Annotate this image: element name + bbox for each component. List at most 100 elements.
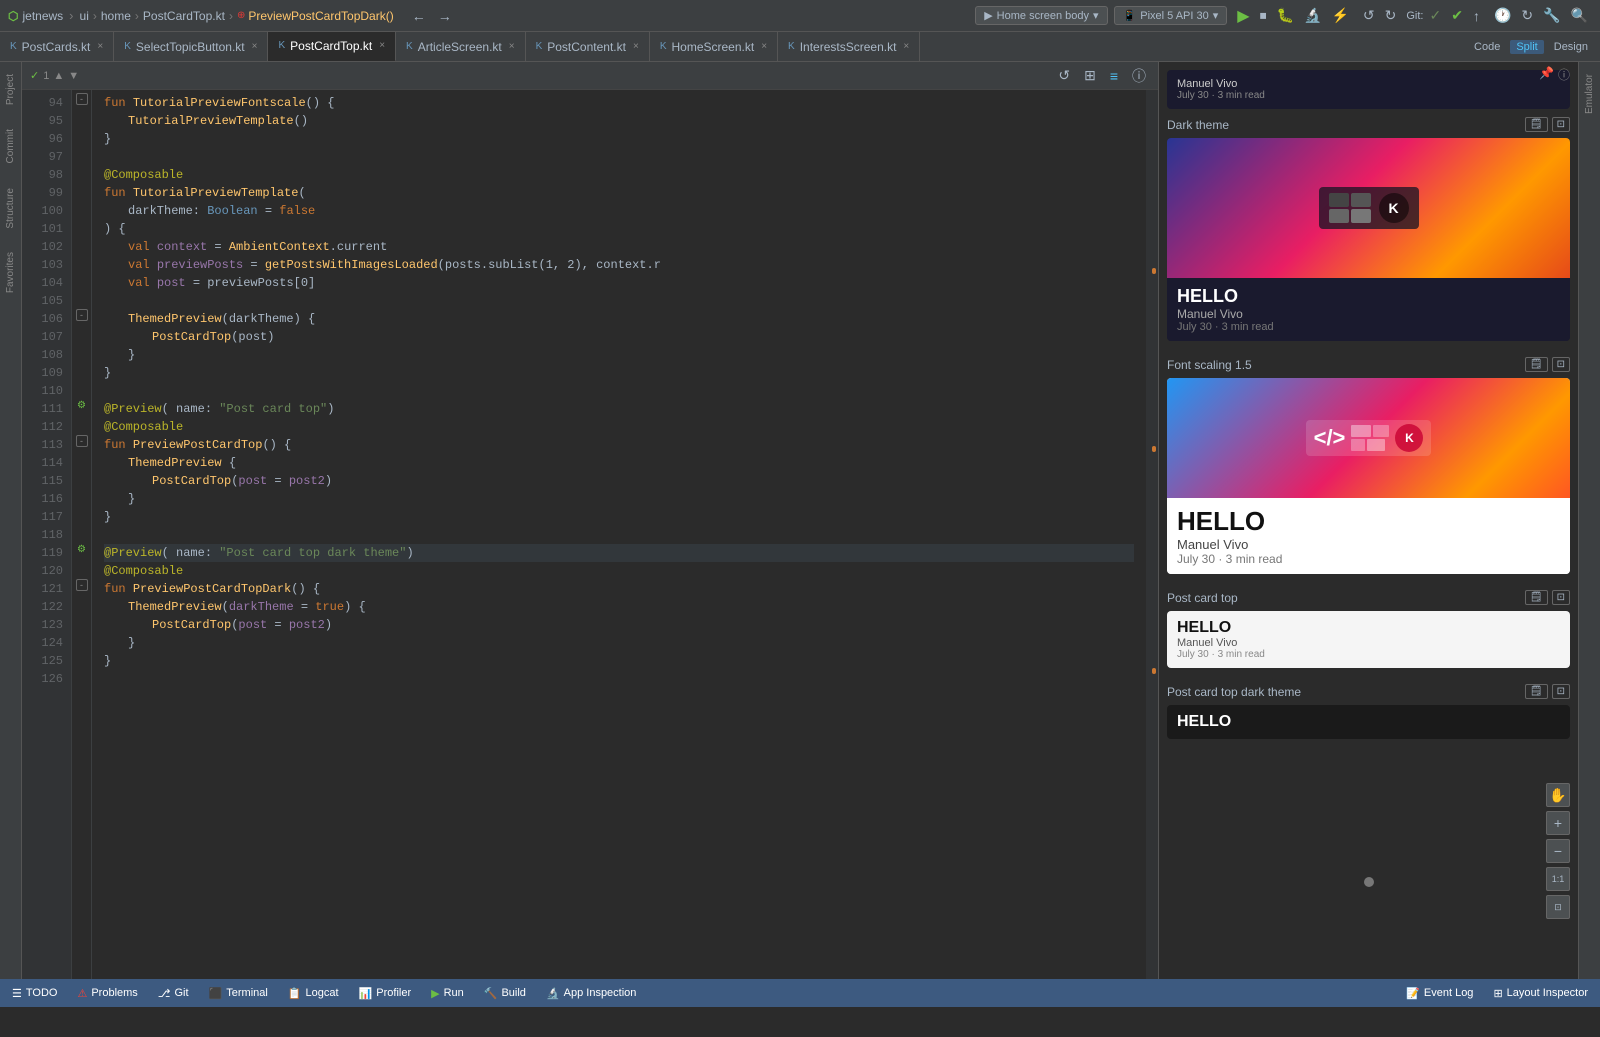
fold-106[interactable]: -	[76, 309, 88, 321]
clock-btn[interactable]: 🕐	[1490, 5, 1515, 26]
profile-btn[interactable]: ⚡	[1327, 5, 1352, 26]
layout-inspector-item[interactable]: ⊞ Layout Inspector	[1489, 987, 1592, 1000]
preview-selector[interactable]: ▶ Home screen body ▾	[975, 6, 1107, 25]
refresh-preview-btn[interactable]: ↺	[1054, 64, 1074, 88]
build-item[interactable]: 🔨 Build	[480, 987, 530, 1000]
tab-selecttopicbutton-close[interactable]: ×	[252, 41, 258, 52]
gear-119[interactable]: ⚙	[77, 544, 86, 555]
undo-btn[interactable]: ↺	[1359, 5, 1379, 26]
gutter-115	[72, 468, 91, 486]
tab-interestsscreen-label: InterestsScreen.kt	[800, 40, 897, 54]
fwd-btn[interactable]: →	[434, 6, 456, 26]
bc-home[interactable]: home	[101, 9, 131, 23]
sidebar-structure[interactable]: Structure	[3, 180, 18, 237]
git-item[interactable]: ⎇ Git	[154, 987, 193, 1000]
bc-ui[interactable]: ui	[80, 9, 89, 23]
app-inspection-item[interactable]: 🔬 App Inspection	[542, 987, 640, 1000]
git-checkmark[interactable]: ✓	[1425, 5, 1445, 26]
coverage-btn[interactable]: 🔬	[1300, 5, 1325, 26]
font-scaling-save-btn[interactable]: 🗒	[1525, 357, 1548, 372]
hand-tool-btn[interactable]: ✋	[1546, 783, 1570, 807]
tab-postcontent-close[interactable]: ×	[633, 41, 639, 52]
code-line-111: @Preview( name: "Post card top")	[104, 400, 1134, 418]
device-selector[interactable]: 📱 Pixel 5 API 30 ▾	[1114, 6, 1228, 25]
stop-btn[interactable]: ⏹	[1256, 5, 1271, 26]
run-item[interactable]: ▶ Run	[427, 987, 468, 1000]
code-scrollbar[interactable]	[1146, 90, 1158, 979]
post-card-top-expand-btn[interactable]: ⊡	[1552, 590, 1570, 605]
gutter-100	[72, 198, 91, 216]
zoom-fit-btn[interactable]: ⊡	[1546, 895, 1570, 919]
gutter-114	[72, 450, 91, 468]
dark-theme-card-body: HELLO Manuel Vivo July 30 · 3 min read	[1167, 278, 1570, 341]
info-btn[interactable]: ⓘ	[1128, 64, 1150, 88]
logcat-item[interactable]: 📋 Logcat	[284, 987, 343, 1000]
preview-top-partial-card: Manuel Vivo July 30 · 3 min read	[1167, 70, 1570, 109]
problems-item[interactable]: ⚠ Problems	[73, 987, 141, 1000]
preview-content[interactable]: Manuel Vivo July 30 · 3 min read Dark th…	[1159, 62, 1578, 979]
font-scaling-inner: </>	[1306, 420, 1432, 456]
tab-postcards-close[interactable]: ×	[97, 41, 103, 52]
gutter-102	[72, 234, 91, 252]
bc-file[interactable]: PostCardTop.kt	[143, 9, 225, 23]
zoom-out-btn[interactable]: −	[1546, 839, 1570, 863]
tab-homescreen-close[interactable]: ×	[761, 41, 767, 52]
todo-item[interactable]: ☰ TODO	[8, 987, 61, 1000]
back-btn[interactable]: ←	[408, 6, 430, 26]
post-card-top-dark-save-btn[interactable]: 🗒	[1525, 684, 1548, 699]
split-view-btn[interactable]: Split	[1510, 40, 1543, 54]
fold-113[interactable]: -	[76, 435, 88, 447]
tab-postcards[interactable]: K PostCards.kt ×	[0, 32, 114, 62]
post-card-top-dark-expand-btn[interactable]: ⊡	[1552, 684, 1570, 699]
pin-icon[interactable]: 📌	[1539, 66, 1554, 83]
run-btn[interactable]: ▶	[1233, 4, 1253, 28]
sidebar-commit[interactable]: Commit	[3, 121, 18, 171]
emulator-label[interactable]: Emulator	[1582, 66, 1597, 122]
next-btn[interactable]: ▼	[68, 70, 79, 82]
code-view-btn[interactable]: Code	[1470, 39, 1504, 55]
fold-121[interactable]: -	[76, 579, 88, 591]
tab-homescreen[interactable]: K HomeScreen.kt ×	[650, 32, 778, 62]
event-log-item[interactable]: 📝 Event Log	[1402, 987, 1477, 1000]
refresh-btn[interactable]: ↻	[1517, 5, 1537, 26]
top-controls: ▶ Home screen body ▾ 📱 Pixel 5 API 30 ▾ …	[975, 4, 1592, 28]
gutter-123	[72, 612, 91, 630]
post-card-top-save-btn[interactable]: 🗒	[1525, 590, 1548, 605]
tab-interestsscreen-close[interactable]: ×	[903, 41, 909, 52]
terminal-item[interactable]: ⬛ Terminal	[205, 987, 272, 1000]
tab-postcardtop[interactable]: K PostCardTop.kt ×	[268, 32, 396, 62]
gear-111[interactable]: ⚙	[77, 400, 86, 411]
gutter-126	[72, 666, 91, 684]
profiler-item[interactable]: 📊 Profiler	[355, 987, 416, 1000]
gutter-106: -	[72, 306, 91, 324]
grid-btn[interactable]: ⊞	[1080, 64, 1100, 88]
tab-postcontent[interactable]: K PostContent.kt ×	[526, 32, 650, 62]
tab-articlescreen[interactable]: K ArticleScreen.kt ×	[396, 32, 526, 62]
dark-theme-save-btn[interactable]: 🗒	[1525, 117, 1548, 132]
tab-interestsscreen[interactable]: K InterestsScreen.kt ×	[778, 32, 920, 62]
debug-btn[interactable]: 🐛	[1273, 5, 1298, 26]
design-view-btn[interactable]: Design	[1550, 39, 1592, 55]
search-btn[interactable]: 🔍	[1567, 5, 1592, 26]
sidebar-project[interactable]: Project	[3, 66, 18, 113]
tab-postcardtop-close[interactable]: ×	[379, 40, 385, 51]
tab-postcardtop-icon: K	[278, 40, 285, 51]
dark-theme-expand-btn[interactable]: ⊡	[1552, 117, 1570, 132]
sidebar-favorites[interactable]: Favorites	[3, 244, 18, 301]
tools-btn[interactable]: 🔧	[1539, 5, 1564, 26]
layers-btn[interactable]: ≡	[1106, 64, 1122, 88]
redo-btn[interactable]: ↻	[1381, 5, 1401, 26]
dark-theme-header: Dark theme 🗒 ⊡	[1167, 117, 1570, 132]
prev-btn[interactable]: ▲	[53, 70, 64, 82]
git-check2[interactable]: ✔	[1447, 5, 1467, 26]
info-panel-icon[interactable]: ⓘ	[1558, 66, 1570, 83]
tab-homescreen-icon: K	[660, 41, 667, 52]
tab-articlescreen-close[interactable]: ×	[509, 41, 515, 52]
zoom-reset-btn[interactable]: 1:1	[1546, 867, 1570, 891]
zoom-in-btn[interactable]: +	[1546, 811, 1570, 835]
fold-94[interactable]: -	[76, 93, 88, 105]
font-scaling-expand-btn[interactable]: ⊡	[1552, 357, 1570, 372]
git-push[interactable]: ↑	[1469, 6, 1484, 26]
code-content[interactable]: fun TutorialPreviewFontscale() { Tutoria…	[92, 90, 1146, 979]
tab-selecttopicbutton[interactable]: K SelectTopicButton.kt ×	[114, 32, 268, 62]
